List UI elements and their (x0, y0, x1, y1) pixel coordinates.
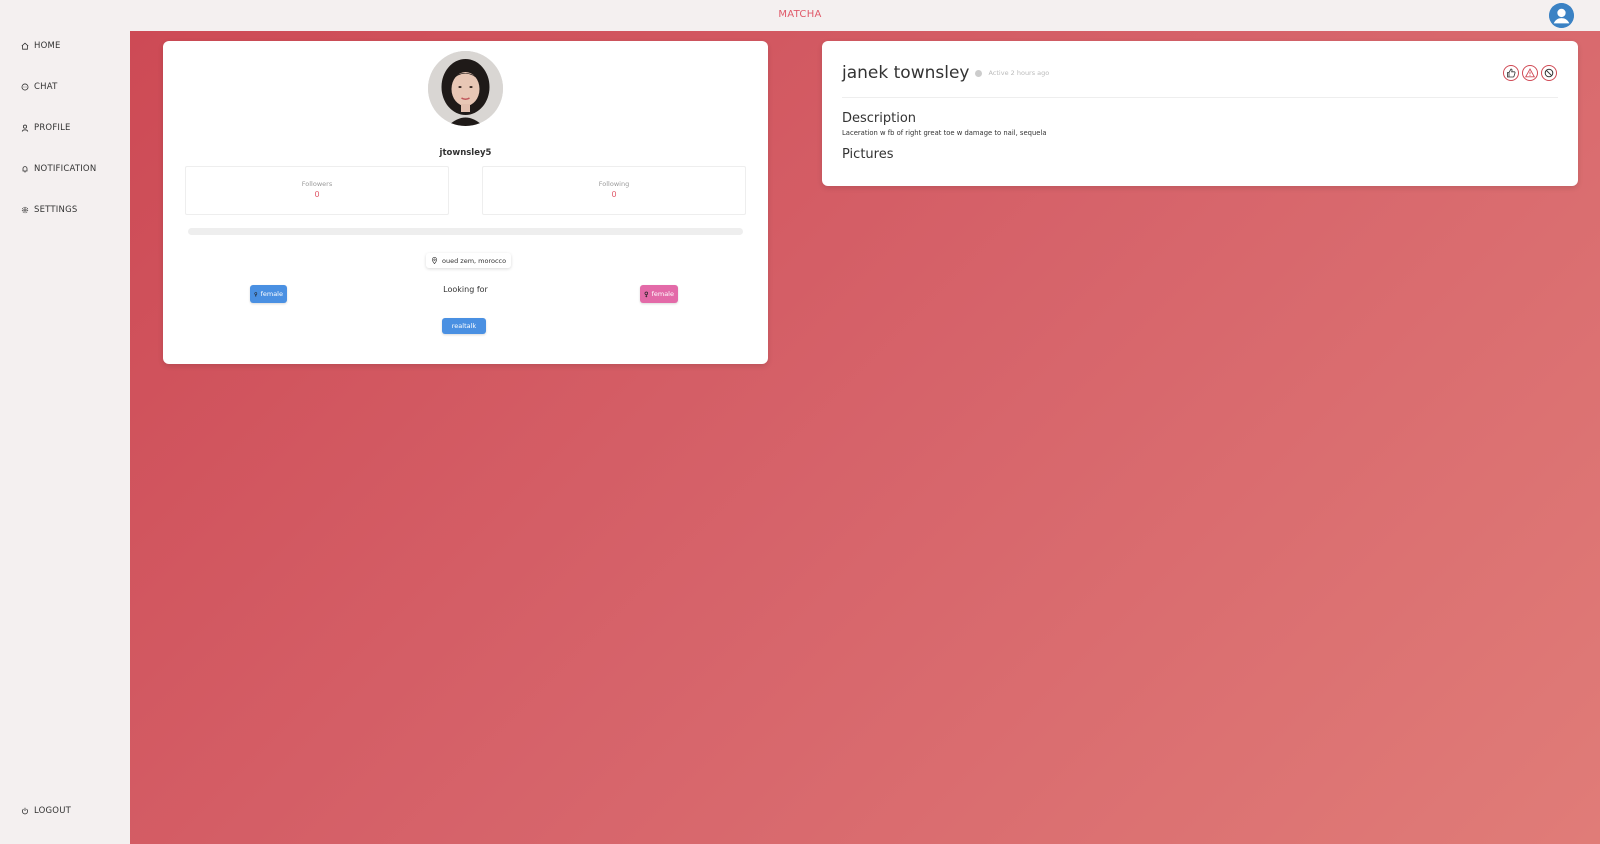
sidebar-item-label: HOME (34, 41, 61, 51)
interest-tag[interactable]: realtalk (442, 318, 486, 334)
female-icon (644, 291, 649, 297)
report-button[interactable] (1522, 65, 1538, 81)
home-icon (21, 42, 29, 50)
bell-icon (22, 166, 28, 173)
sidebar-item-chat[interactable]: CHAT (21, 82, 57, 92)
sidebar-item-settings[interactable]: SETTINGS (21, 205, 77, 215)
active-status: Active 2 hours ago (988, 69, 1050, 77)
status-dot-icon (975, 69, 983, 77)
map-pin-icon (431, 257, 438, 264)
description-heading: Description (842, 111, 917, 126)
profile-actions (1503, 65, 1557, 81)
sidebar-item-profile[interactable]: PROFILE (21, 123, 71, 133)
sidebar-item-label: NOTIFICATION (34, 164, 97, 174)
like-button[interactable] (1503, 65, 1519, 81)
sidebar-item-label: CHAT (34, 82, 58, 92)
account-avatar-icon[interactable] (1549, 3, 1574, 28)
following-label: Following (598, 180, 630, 188)
profile-full-name: janek townsley (842, 63, 970, 83)
like-icon (1507, 68, 1516, 78)
sidebar-item-label: SETTINGS (34, 205, 78, 215)
pictures-heading: Pictures (842, 147, 894, 162)
description-text: Laceration w fb of right great toe w dam… (842, 129, 1047, 137)
sidebar-item-label: PROFILE (34, 123, 71, 133)
location-badge: oued zem, morocco (426, 253, 512, 268)
sidebar-item-home[interactable]: HOME (21, 41, 61, 51)
following-count: 0 (611, 190, 617, 199)
followers-label: Followers (301, 180, 333, 188)
preference-tag[interactable]: female (640, 285, 678, 303)
location-text: oued zem, morocco (442, 256, 507, 265)
name-row: janek townsley Active 2 hours ago (842, 63, 1049, 83)
logout-button[interactable]: LOGOUT (21, 806, 71, 816)
divider (842, 97, 1558, 98)
following-stat[interactable]: Following 0 (482, 166, 746, 215)
warning-icon (1525, 68, 1535, 78)
power-icon (21, 807, 29, 815)
chat-icon (21, 83, 29, 91)
gear-icon (21, 206, 29, 214)
user-icon (21, 124, 29, 132)
profile-card: jtownsley5 Followers 0 Following 0 oued … (163, 41, 768, 364)
followers-count: 0 (314, 190, 320, 199)
profile-username: jtownsley5 (439, 148, 492, 158)
logout-label: LOGOUT (34, 806, 72, 816)
profile-detail-card: janek townsley Active 2 hours ago Descri… (822, 41, 1578, 186)
top-bar: MATCHA (0, 0, 1600, 31)
block-icon (1544, 68, 1554, 78)
followers-stat[interactable]: Followers 0 (185, 166, 449, 215)
sidebar-item-notification[interactable]: NOTIFICATION (21, 164, 96, 174)
main-content: jtownsley5 Followers 0 Following 0 oued … (130, 31, 1600, 844)
block-button[interactable] (1541, 65, 1557, 81)
preference-tag-label: female (651, 290, 674, 298)
fame-progress-bar (188, 228, 743, 235)
profile-photo (428, 51, 503, 126)
sidebar: HOME CHAT PROFILE NOTIFICATION SETTINGS … (0, 31, 130, 844)
brand-title: MATCHA (778, 9, 822, 20)
